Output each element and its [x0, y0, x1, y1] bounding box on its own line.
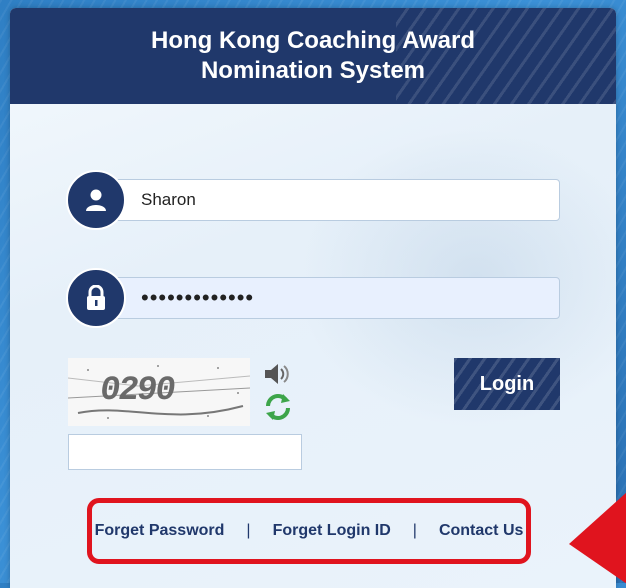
- speaker-icon[interactable]: [262, 360, 294, 388]
- captcha-image: 0290: [68, 358, 250, 426]
- page-title: Hong Kong Coaching Award Nomination Syst…: [10, 26, 616, 86]
- contact-us-link[interactable]: Contact Us: [439, 522, 523, 540]
- user-icon: [66, 170, 126, 230]
- speaker-icon-glyph: [265, 364, 289, 384]
- forget-password-link[interactable]: Forget Password: [95, 522, 225, 540]
- annotation-arrow: [569, 492, 626, 584]
- lock-icon: [66, 268, 126, 328]
- login-button[interactable]: Login: [454, 358, 560, 410]
- link-separator: |: [246, 522, 251, 539]
- username-field[interactable]: [100, 179, 560, 221]
- user-icon-glyph: [86, 189, 106, 211]
- captcha-input[interactable]: [68, 434, 302, 470]
- password-input[interactable]: [141, 278, 541, 318]
- username-input[interactable]: [141, 180, 541, 220]
- captcha-text: 0290: [97, 372, 177, 410]
- refresh-icon[interactable]: [262, 392, 294, 422]
- title-line-2: Nomination System: [200, 57, 426, 84]
- link-separator: |: [412, 522, 417, 539]
- lock-icon-glyph: [87, 285, 105, 310]
- panel-header: Hong Kong Coaching Award Nomination Syst…: [10, 8, 616, 104]
- forget-login-id-link[interactable]: Forget Login ID: [273, 522, 391, 540]
- footer-links: Forget Password | Forget Login ID | Cont…: [87, 498, 531, 564]
- refresh-icon-glyph: [266, 394, 290, 420]
- login-button-label: Login: [479, 372, 535, 395]
- password-field[interactable]: [100, 277, 560, 319]
- title-line-1: Hong Kong Coaching Award: [151, 27, 475, 54]
